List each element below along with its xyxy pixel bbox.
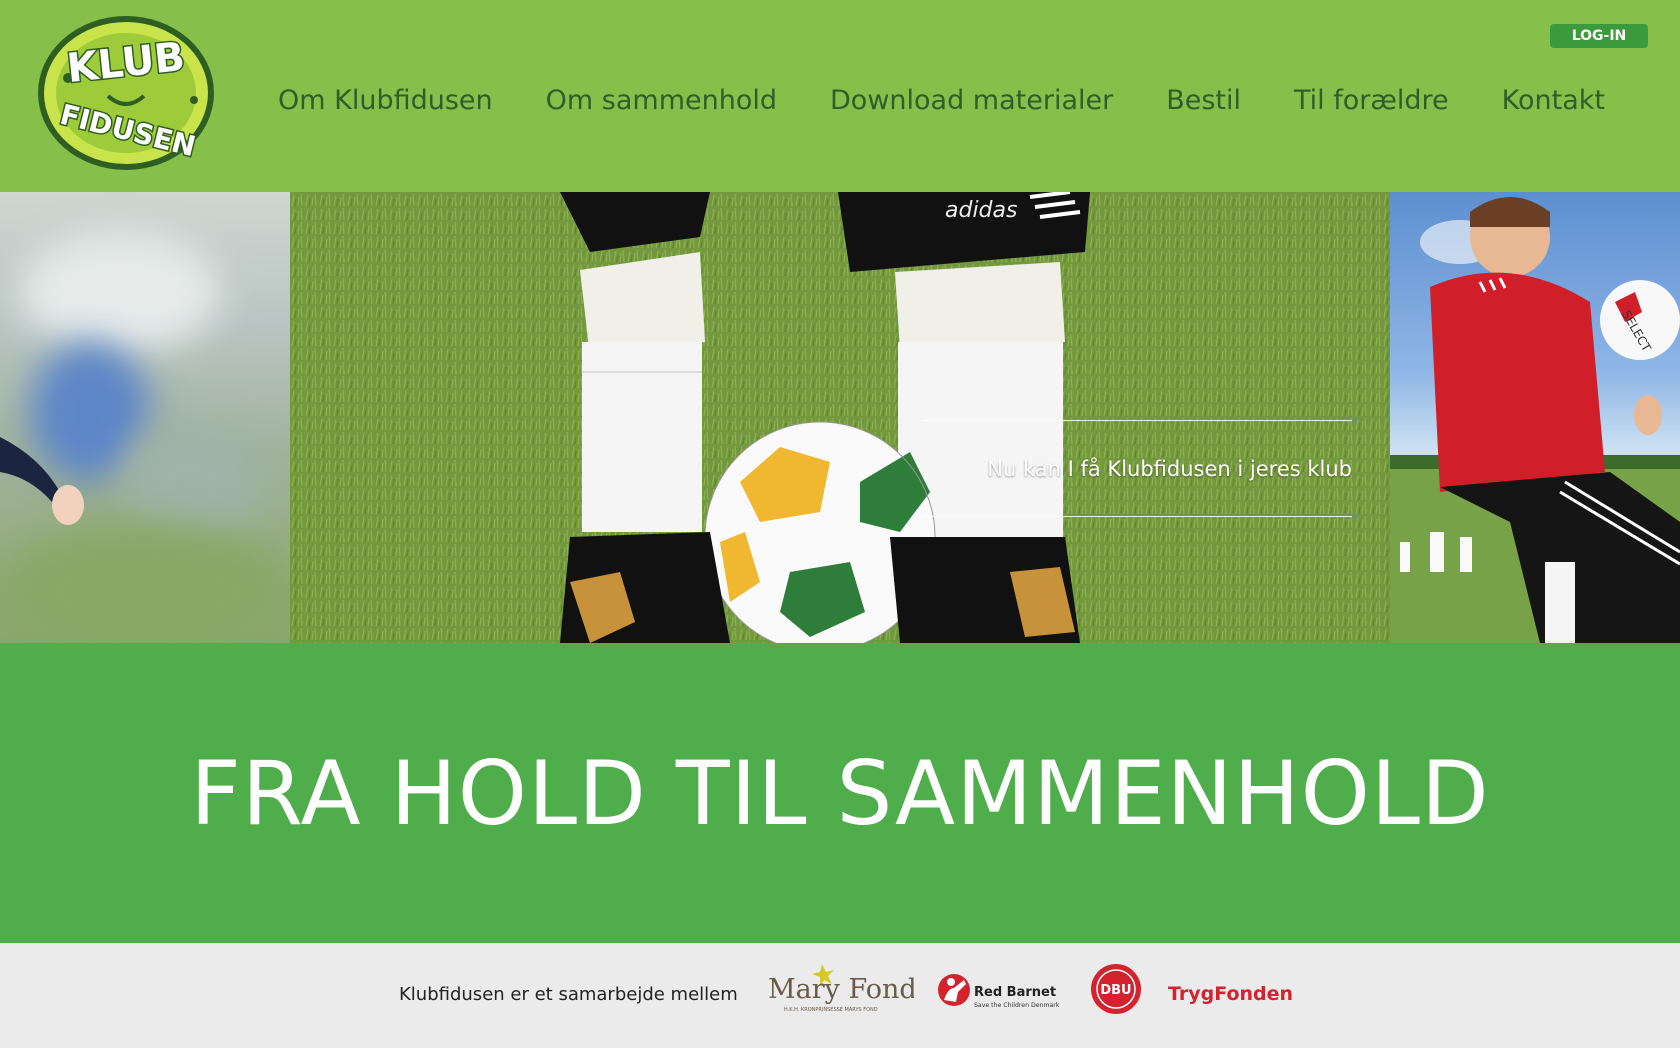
- main-nav: Om Klubfidusen Om sammenhold Download ma…: [278, 78, 1658, 122]
- svg-text:Save the Children Denmark: Save the Children Denmark: [974, 1002, 1060, 1009]
- svg-text:Mary Fonden: Mary Fonden: [768, 974, 914, 1005]
- nav-bestil[interactable]: Bestil: [1166, 85, 1241, 116]
- footer-text: Klubfidusen er et samarbejde mellem: [399, 984, 738, 1005]
- login-button[interactable]: LOG-IN: [1550, 24, 1648, 48]
- svg-text:TrygFonden: TrygFonden: [1168, 983, 1293, 1005]
- football-photo-illustration: adidas: [290, 192, 1390, 643]
- banner-title: FRA HOLD TIL SAMMENHOLD: [190, 741, 1490, 845]
- hero-slide-prev[interactable]: [0, 192, 290, 643]
- svg-text:Red Barnet: Red Barnet: [974, 985, 1056, 1000]
- nav-om-klubfidusen[interactable]: Om Klubfidusen: [278, 85, 493, 116]
- hero-caption[interactable]: Nu kan I få Klubfidusen i jeres klub: [922, 420, 1352, 517]
- hero-carousel[interactable]: adidas SELECT Nu kan I få Klubfidusen i …: [0, 192, 1680, 643]
- arm-illustration: [0, 437, 84, 525]
- hero-slide-current: adidas: [290, 192, 1390, 643]
- nav-om-sammenhold[interactable]: Om sammenhold: [546, 85, 777, 116]
- tagline-banner: FRA HOLD TIL SAMMENHOLD: [0, 643, 1680, 943]
- svg-text:adidas: adidas: [945, 198, 1017, 223]
- site-header: KLUB FIDUSEN Om Klubfidusen Om sammenhol…: [0, 0, 1680, 192]
- red-barnet-logo[interactable]: Red Barnet Save the Children Denmark: [938, 970, 1060, 1014]
- hero-slide-next[interactable]: SELECT: [1390, 192, 1680, 643]
- player-photo-illustration: SELECT: [1390, 197, 1680, 643]
- svg-text:DBU: DBU: [1100, 983, 1131, 998]
- klubfidusen-logo[interactable]: KLUB FIDUSEN: [36, 14, 216, 172]
- svg-text:H.K.H. KRONPRINSESSE MARYS FON: H.K.H. KRONPRINSESSE MARYS FOND: [784, 1007, 878, 1013]
- trygfonden-logo[interactable]: TrygFonden: [1168, 978, 1313, 1008]
- nav-kontakt[interactable]: Kontakt: [1502, 85, 1605, 116]
- mary-fonden-logo[interactable]: Mary Fonden H.K.H. KRONPRINSESSE MARYS F…: [768, 958, 950, 1014]
- nav-til-foraeldre[interactable]: Til forældre: [1294, 85, 1449, 116]
- nav-download-materialer[interactable]: Download materialer: [830, 85, 1113, 116]
- dbu-logo[interactable]: DBU: [1090, 963, 1142, 1015]
